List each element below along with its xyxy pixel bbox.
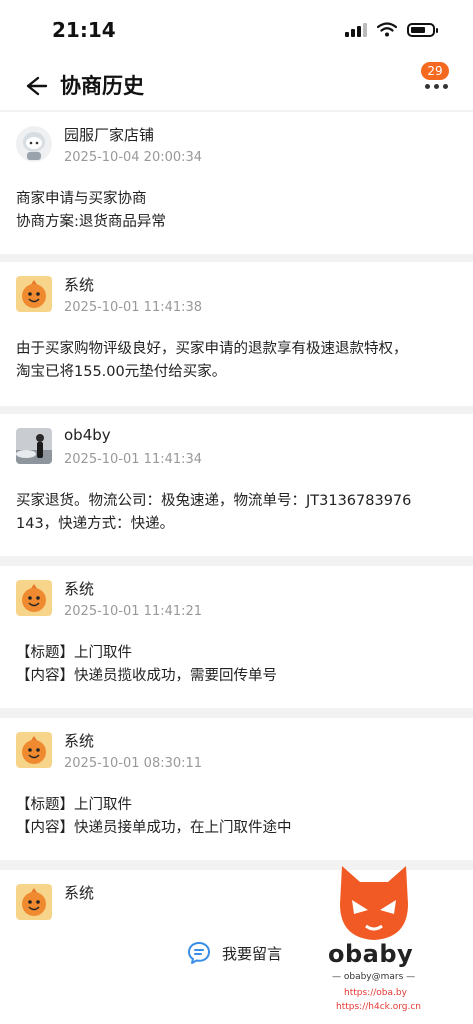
message-timestamp: 2025-10-01 11:41:34 xyxy=(64,452,203,467)
leave-message-button[interactable]: 我要留言 xyxy=(186,940,282,966)
more-menu-button[interactable]: 29 xyxy=(419,62,459,102)
message-line: 由于买家购物评级良好，买家申请的退款享有极速退款特权， xyxy=(16,341,408,357)
system-mascot-avatar-icon xyxy=(16,276,52,312)
message-line: 商家申请与买家协商 xyxy=(16,191,147,207)
cellular-signal-icon xyxy=(345,22,367,37)
message-body: 【标题】上门取件 【内容】快递员揽收成功，需要回传单号 xyxy=(16,642,460,688)
sender-name: 系统 xyxy=(64,276,95,294)
message-line: 协商方案:退货商品异常 xyxy=(16,214,166,230)
back-arrow-icon[interactable] xyxy=(16,68,52,104)
message-line: 143，快递方式：快递。 xyxy=(16,516,175,532)
sender-name: 系统 xyxy=(64,580,95,598)
message-card: 园服厂家店铺 2025-10-04 20:00:34 商家申请与买家协商 协商方… xyxy=(0,112,473,254)
message-line: 【标题】上门取件 xyxy=(16,797,132,813)
watermark-url: https://h4ck.org.cn xyxy=(336,1002,421,1012)
system-mascot-avatar-icon xyxy=(16,884,52,920)
message-card: 系统 2025-10-01 11:41:38 由于买家购物评级良好，买家申请的退… xyxy=(0,262,473,406)
message-body: 买家退货。物流公司：极兔速递，物流单号：JT3136783976 143，快递方… xyxy=(16,490,460,536)
user-photo-avatar xyxy=(16,428,52,464)
status-bar: 21:14 xyxy=(0,0,473,62)
wifi-icon xyxy=(377,22,397,37)
more-dots-icon xyxy=(425,84,448,89)
sender-name: 系统 xyxy=(64,884,95,902)
notification-badge: 29 xyxy=(421,62,449,80)
page-title: 协商历史 xyxy=(60,74,144,98)
message-line: 【内容】快递员接单成功，在上门取件途中 xyxy=(16,820,292,836)
battery-icon xyxy=(407,22,438,37)
message-body: 商家申请与买家协商 协商方案:退货商品异常 xyxy=(16,188,460,234)
message-timestamp: 2025-10-04 20:00:34 xyxy=(64,150,203,165)
system-mascot-avatar-icon xyxy=(16,732,52,768)
status-icons xyxy=(345,22,438,37)
sender-name: ob4by xyxy=(64,426,111,444)
message-timestamp: 2025-10-01 11:41:21 xyxy=(64,604,203,619)
watermark-tag: — obaby@mars — xyxy=(332,972,416,982)
sender-name: 系统 xyxy=(64,732,95,750)
message-body: 【标题】上门取件 【内容】快递员接单成功，在上门取件途中 xyxy=(16,794,460,840)
message-line: 买家退货。物流公司：极兔速递，物流单号：JT3136783976 xyxy=(16,493,412,509)
message-card: 系统 2025-10-01 11:41:21 【标题】上门取件 【内容】快递员揽… xyxy=(0,566,473,708)
system-mascot-avatar-icon xyxy=(16,580,52,616)
sender-name: 园服厂家店铺 xyxy=(64,126,155,144)
shop-avatar-icon xyxy=(16,126,52,162)
message-timestamp: 2025-10-01 08:30:11 xyxy=(64,756,203,771)
message-card: 系统 2025-10-01 08:30:11 【标题】上门取件 【内容】快递员接… xyxy=(0,718,473,860)
fox-logo-icon xyxy=(340,866,408,940)
nav-bar: 协商历史 29 xyxy=(0,62,473,110)
message-line: 【标题】上门取件 xyxy=(16,645,132,661)
watermark: obaby — obaby@mars — https://oba.by http… xyxy=(326,860,426,1020)
watermark-url: https://oba.by xyxy=(344,988,407,998)
message-card: ob4by 2025-10-01 11:41:34 买家退货。物流公司：极兔速递… xyxy=(0,414,473,556)
message-timestamp: 2025-10-01 11:41:38 xyxy=(64,300,203,315)
message-line: 淘宝已将155.00元垫付给买家。 xyxy=(16,364,227,380)
status-time: 21:14 xyxy=(52,18,116,42)
leave-message-label: 我要留言 xyxy=(222,944,283,963)
message-body: 由于买家购物评级良好，买家申请的退款享有极速退款特权， 淘宝已将155.00元垫… xyxy=(16,338,460,384)
chat-bubble-icon xyxy=(188,942,210,964)
watermark-brand: obaby xyxy=(328,940,414,968)
message-line: 【内容】快递员揽收成功，需要回传单号 xyxy=(16,668,277,684)
